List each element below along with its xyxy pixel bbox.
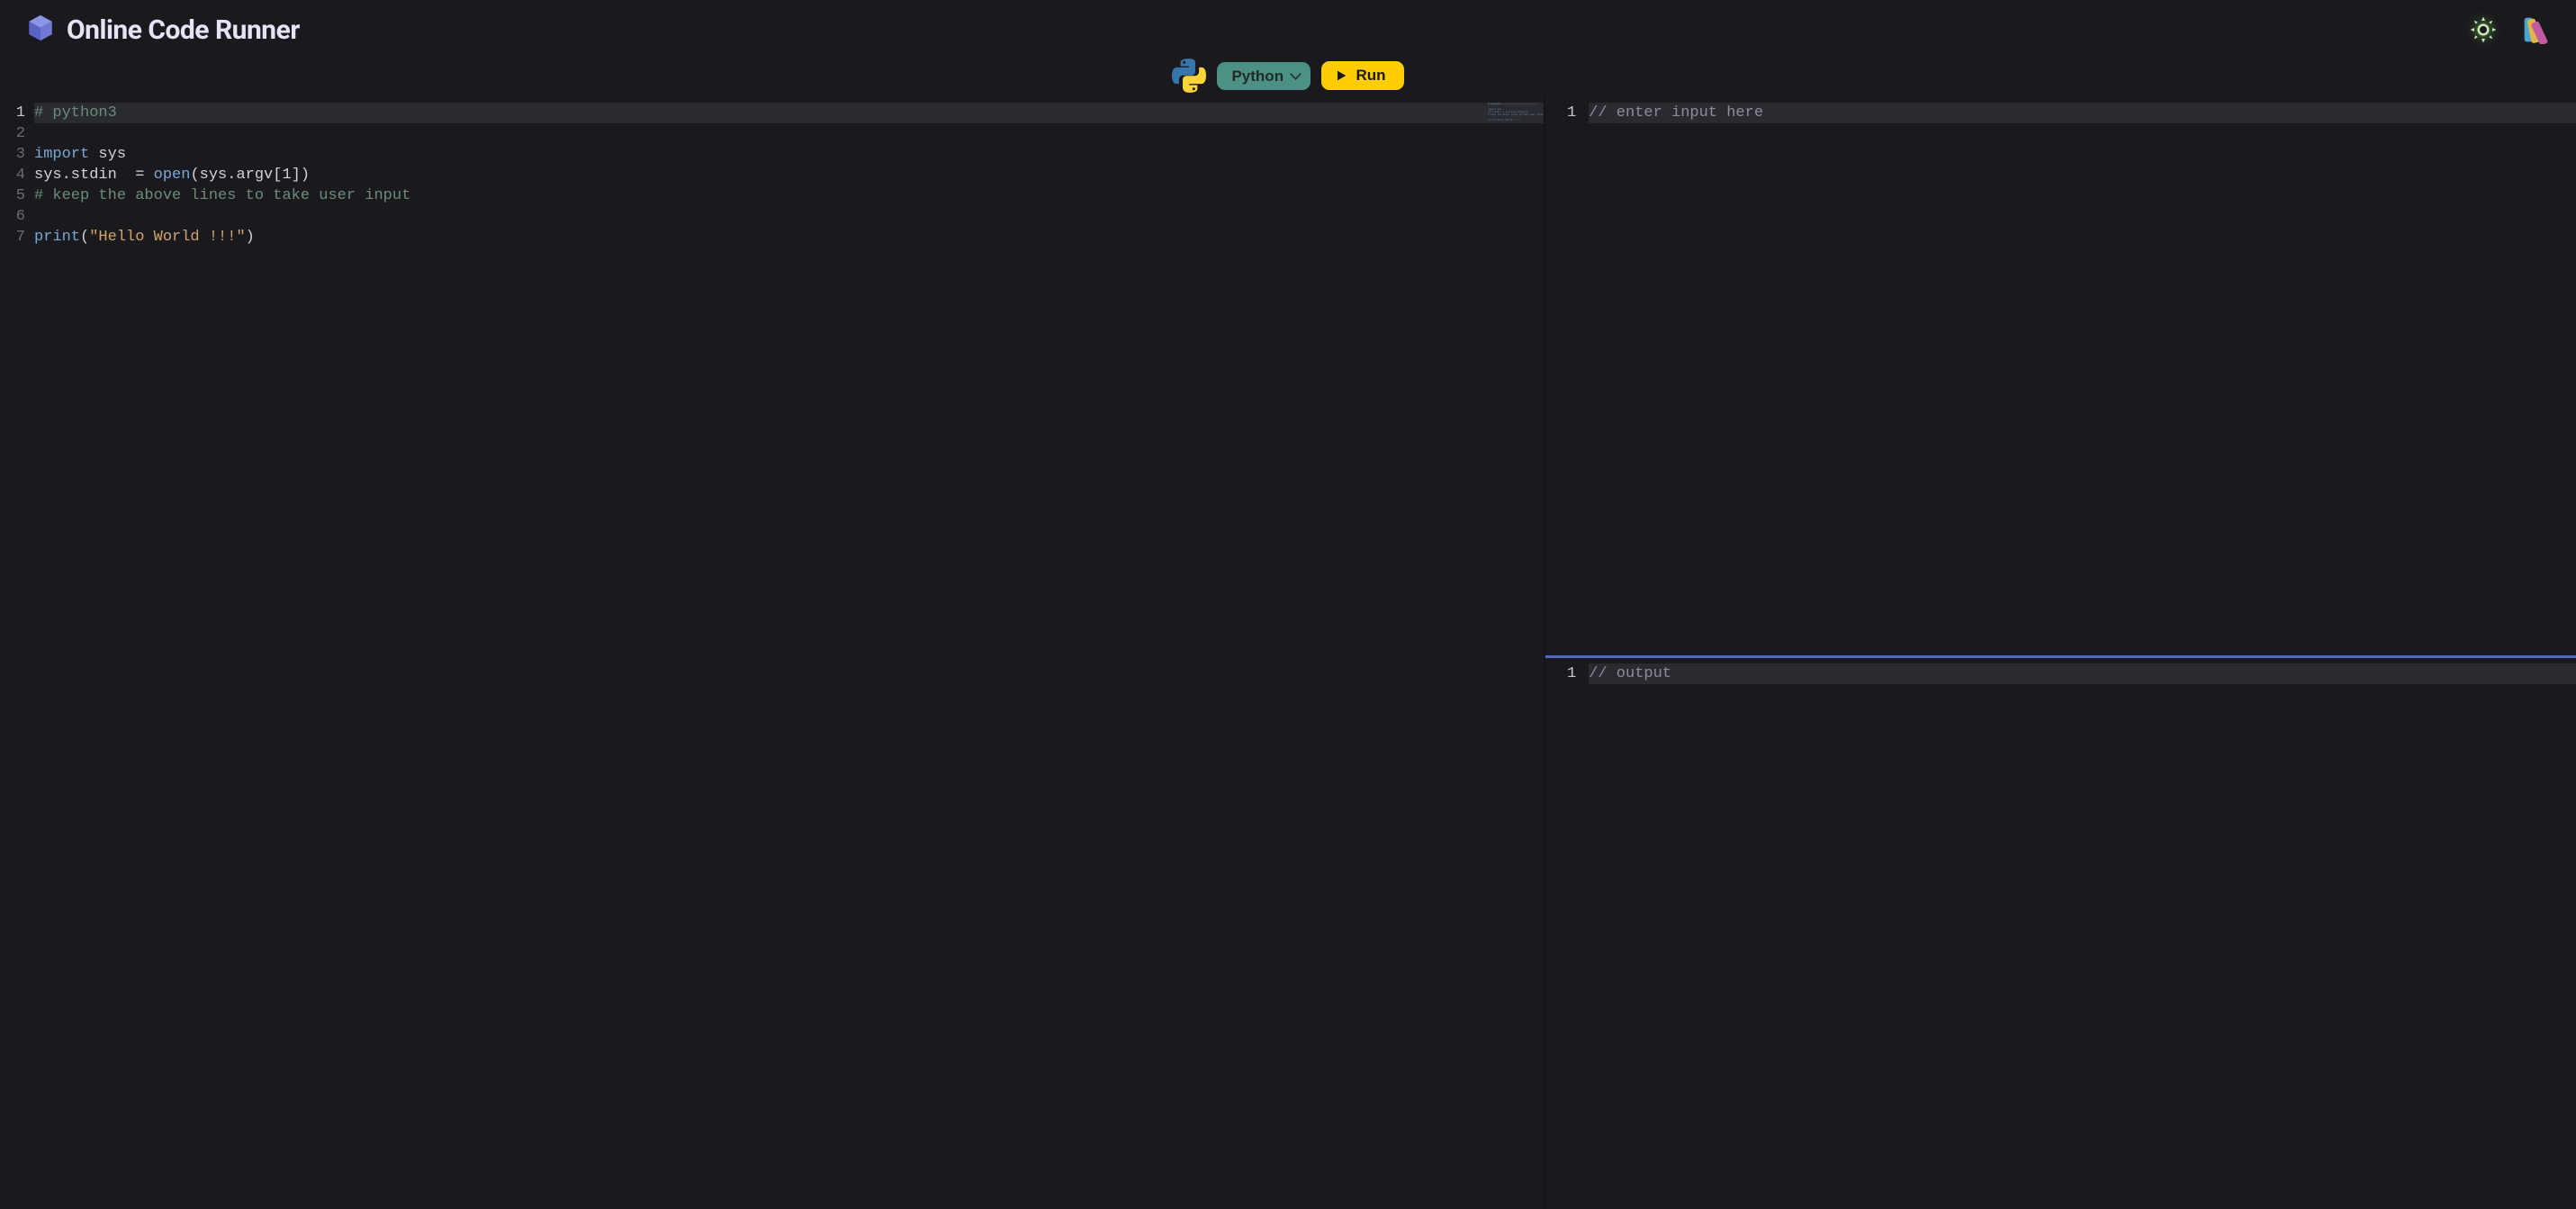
line-number: 1 — [0, 103, 34, 123]
line-number: 6 — [0, 206, 34, 227]
language-select-wrap: Python — [1217, 62, 1311, 90]
logo-cube-icon — [25, 13, 56, 47]
workspace: 1# python323import sys4sys.stdin = open(… — [0, 97, 2576, 1209]
code-line[interactable]: 5# keep the above lines to take user inp… — [0, 185, 1544, 206]
code-line[interactable]: 1// enter input here — [1545, 103, 2576, 123]
code-line[interactable]: 2 — [0, 123, 1544, 144]
input-editor[interactable]: 1// enter input here — [1545, 97, 2576, 655]
line-content[interactable]: print("Hello World !!!") — [34, 227, 1544, 248]
line-number: 4 — [0, 165, 34, 185]
app-title: Online Code Runner — [67, 14, 300, 46]
language-select[interactable]: Python — [1217, 62, 1311, 90]
line-content[interactable]: // enter input here — [1589, 103, 2576, 123]
python-icon — [1172, 59, 1206, 93]
code-line[interactable]: 4sys.stdin = open(sys.argv[1]) — [0, 165, 1544, 185]
code-line[interactable]: 7print("Hello World !!!") — [0, 227, 1544, 248]
code-line[interactable]: 3import sys — [0, 144, 1544, 165]
line-content[interactable]: # python3 — [34, 103, 1544, 123]
input-pane[interactable]: 1// enter input here — [1545, 97, 2576, 655]
code-editor[interactable]: 1# python323import sys4sys.stdin = open(… — [0, 97, 1544, 1209]
code-editor-pane[interactable]: 1# python323import sys4sys.stdin = open(… — [0, 97, 1545, 1209]
line-content[interactable] — [34, 123, 1544, 144]
line-content[interactable]: sys.stdin = open(sys.argv[1]) — [34, 165, 1544, 185]
code-line[interactable]: 1# python3 — [0, 103, 1544, 123]
brand: Online Code Runner — [25, 13, 300, 47]
line-content[interactable]: import sys — [34, 144, 1544, 165]
sun-icon — [2470, 16, 2497, 43]
run-button-label: Run — [1356, 67, 1385, 85]
output-view: 1// output — [1545, 658, 2576, 1209]
line-number: 3 — [0, 144, 34, 165]
code-line[interactable]: 6 — [0, 206, 1544, 227]
line-number: 5 — [0, 185, 34, 206]
line-number: 7 — [0, 227, 34, 248]
line-number: 1 — [1545, 663, 1589, 684]
line-content[interactable]: # keep the above lines to take user inpu… — [34, 185, 1544, 206]
run-button[interactable]: Run — [1321, 61, 1403, 90]
theme-toggle-button[interactable] — [2470, 16, 2497, 43]
io-pane: 1// enter input here 1// output — [1545, 97, 2576, 1209]
line-content[interactable] — [34, 206, 1544, 227]
theme-palette-button[interactable] — [2522, 15, 2551, 44]
header-actions — [2470, 15, 2551, 44]
toolbar: Python Run — [0, 54, 2576, 97]
app-header: Online Code Runner — [0, 0, 2576, 50]
line-number: 2 — [0, 123, 34, 144]
line-number: 1 — [1545, 103, 1589, 123]
code-line: 1// output — [1545, 663, 2576, 684]
play-icon — [1334, 68, 1348, 83]
swatch-icon — [2522, 15, 2551, 44]
output-pane: 1// output — [1545, 655, 2576, 1209]
line-content: // output — [1589, 663, 2576, 684]
